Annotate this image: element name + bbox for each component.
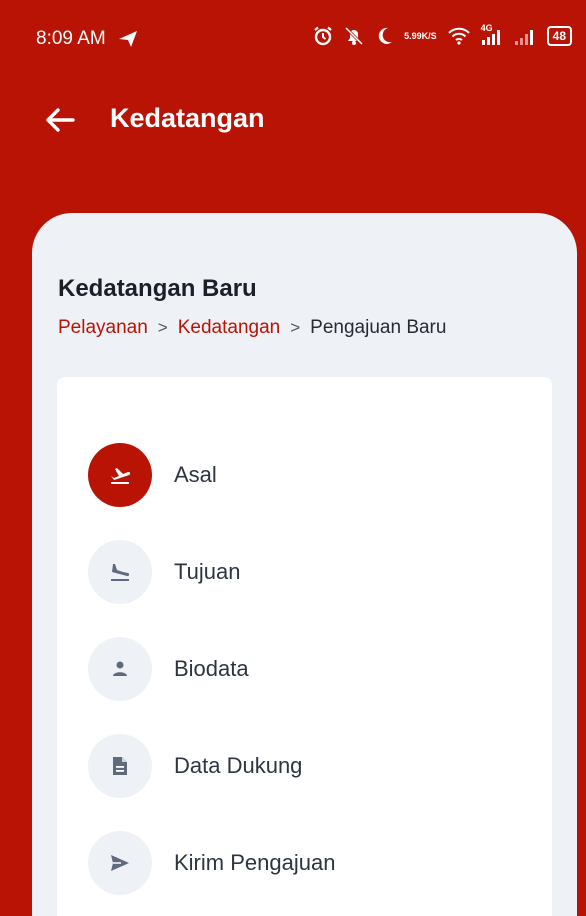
net-speed-value: 5.99: [404, 30, 422, 41]
step-icon-circle: [88, 637, 152, 701]
back-button[interactable]: [40, 102, 80, 138]
signal-4g-icon: 4G: [480, 23, 503, 46]
wifi-icon: [447, 27, 470, 45]
breadcrumb-separator: >: [290, 318, 301, 337]
breadcrumb-link-pelayanan[interactable]: Pelayanan: [58, 317, 148, 339]
step-asal[interactable]: Asal: [88, 443, 508, 507]
breadcrumb-link-kedatangan[interactable]: Kedatangan: [178, 317, 281, 339]
alarm-icon: [313, 26, 333, 46]
breadcrumb-current: Pengajuan Baru: [310, 317, 447, 338]
net-speed-unit: K/S: [421, 30, 437, 41]
breadcrumb-separator: >: [157, 318, 168, 337]
step-icon-circle: [88, 443, 152, 507]
step-tujuan[interactable]: Tujuan: [88, 540, 508, 604]
step-label: Tujuan: [174, 559, 241, 584]
moon-icon: [375, 26, 393, 46]
step-icon-circle: [88, 540, 152, 604]
flight-takeoff-icon: [111, 468, 131, 484]
step-data-dukung[interactable]: Data Dukung: [88, 734, 508, 798]
battery-icon: 48: [546, 26, 572, 46]
step-icon-circle: [88, 734, 152, 798]
document-icon: [113, 757, 127, 775]
step-label: Asal: [174, 462, 217, 487]
battery-level: 48: [552, 29, 566, 43]
status-bar: 8:09 AM 5.99 K/S 4G 48: [0, 0, 586, 80]
network-type: 4G: [480, 23, 493, 33]
person-icon: [113, 661, 127, 676]
signal-icon: [514, 26, 536, 46]
step-label: Biodata: [174, 656, 249, 681]
section-title: Kedatangan Baru: [58, 275, 257, 302]
mute-bell-icon: [344, 26, 364, 46]
page-title: Kedatangan: [110, 103, 265, 133]
stepper-card: Asal Tujuan Biodata Data Dukung Kirim Pe…: [57, 377, 552, 916]
send-icon: [111, 855, 129, 871]
step-label: Kirim Pengajuan: [174, 850, 336, 875]
location-arrow-icon: [119, 31, 137, 47]
app-bar: Kedatangan: [0, 80, 586, 160]
breadcrumb: Pelayanan > Kedatangan > Pengajuan Baru: [58, 317, 446, 339]
step-icon-circle: [88, 831, 152, 895]
content-sheet: Kedatangan Baru Pelayanan > Kedatangan >…: [32, 213, 577, 916]
step-label: Data Dukung: [174, 753, 303, 778]
status-time: 8:09 AM: [36, 28, 106, 49]
net-speed: 5.99 K/S: [404, 30, 437, 41]
step-kirim-pengajuan[interactable]: Kirim Pengajuan: [88, 831, 508, 895]
step-biodata[interactable]: Biodata: [88, 637, 508, 701]
status-icons: 5.99 K/S 4G 48: [313, 23, 572, 46]
flight-land-icon: [111, 564, 130, 581]
arrow-left-icon: [46, 108, 75, 132]
